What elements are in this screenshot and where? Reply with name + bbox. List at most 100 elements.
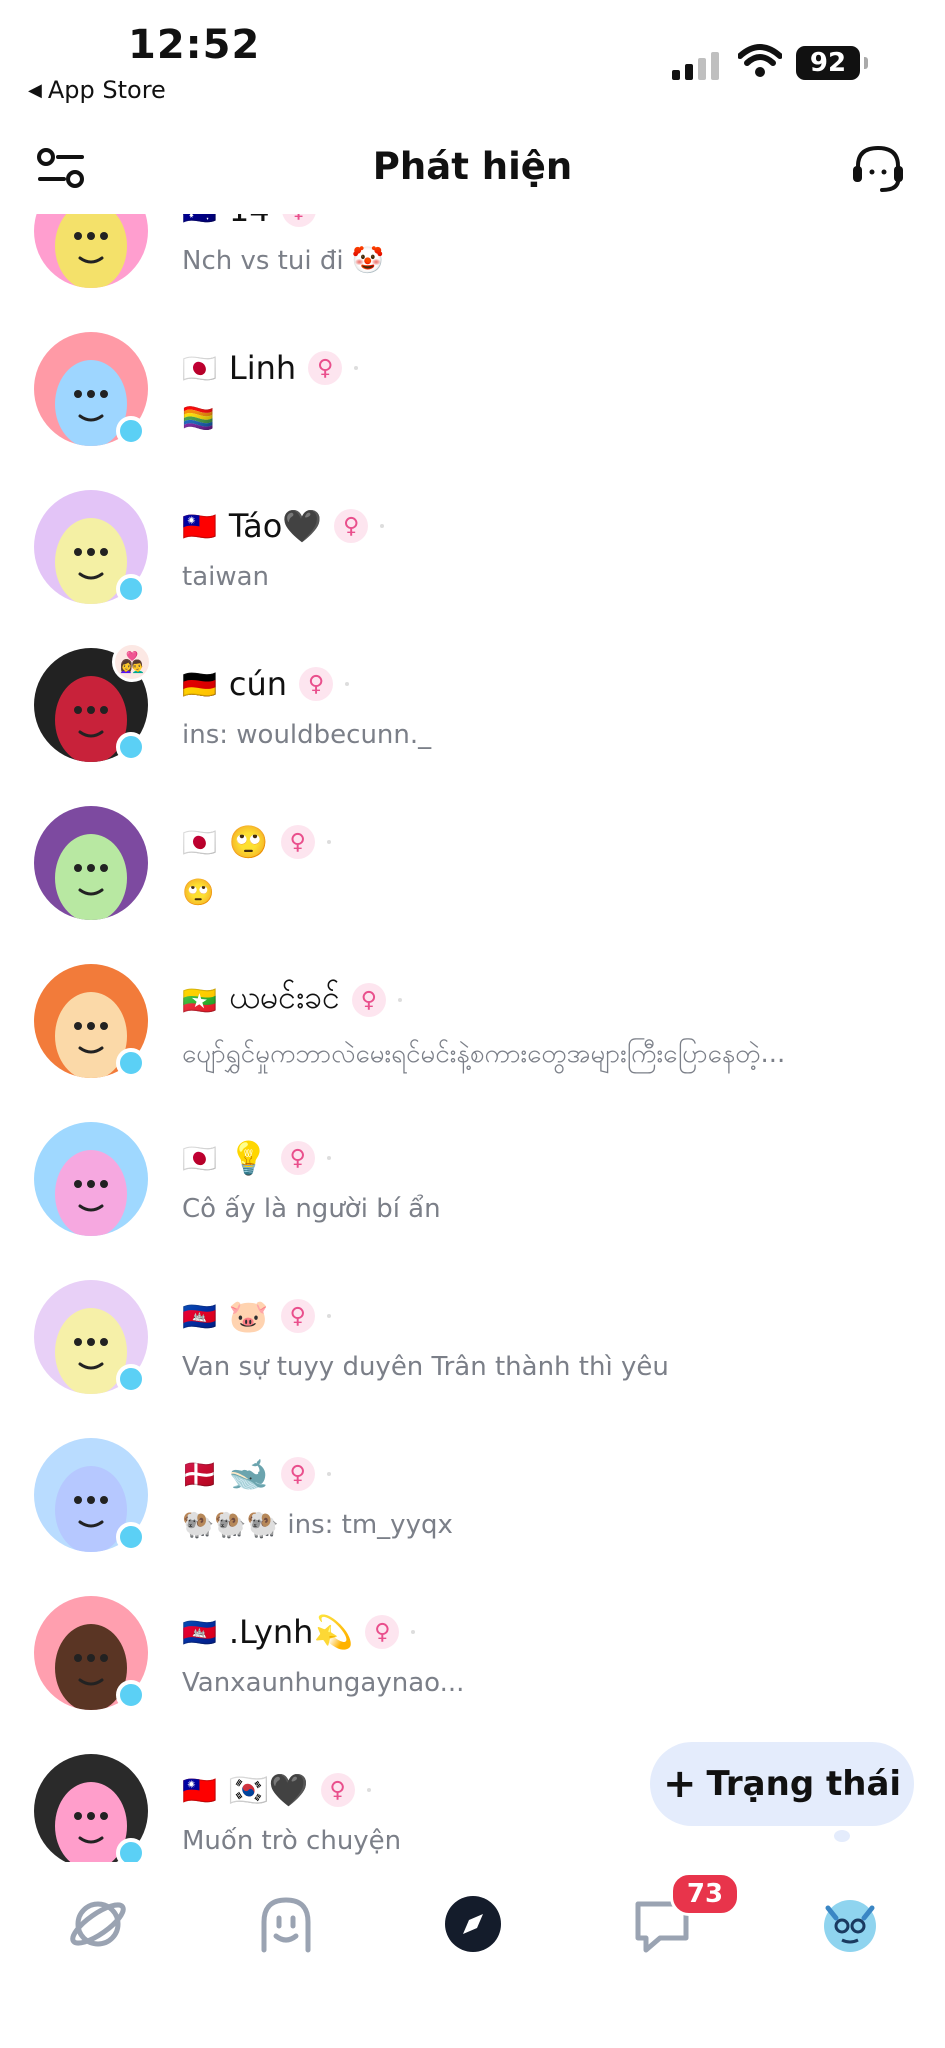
user-name: Táo🖤 <box>228 507 323 545</box>
user-name-line: 🇦🇺 14 ♀ <box>182 214 332 232</box>
user-row[interactable]: 🇩🇰 🐋 ♀ 🐏🐏🐏 ins: tm_yyqx <box>0 1438 945 1596</box>
monster-avatar-icon <box>55 214 127 288</box>
plus-icon: + <box>662 1761 697 1807</box>
back-label: App Store <box>47 76 166 104</box>
user-row[interactable]: 🇯🇵 💡 ♀ Cô ấy là người bí ẩn <box>0 1122 945 1280</box>
user-name: 14 <box>229 214 270 229</box>
battery-cap <box>864 57 868 69</box>
female-gender-icon: ♀ <box>365 1615 400 1649</box>
user-name-line: 🇹🇼 🇰🇷🖤 ♀ <box>182 1768 371 1812</box>
user-row[interactable]: 🇯🇵 Linh ♀ 🏳️‍🌈 <box>0 332 945 490</box>
user-name: cún <box>228 665 288 703</box>
country-flag: 🇰🇭 <box>182 1615 217 1649</box>
user-avatar[interactable] <box>34 806 148 920</box>
user-status-text: 🏳️‍🌈 <box>182 404 215 434</box>
female-gender-icon: ♀ <box>299 667 334 701</box>
country-flag: 🇯🇵 <box>182 351 217 385</box>
user-status-text: Cô ấy là người bí ẩn <box>182 1194 441 1224</box>
female-gender-icon: ♀ <box>280 1299 315 1333</box>
country-flag: 🇰🇭 <box>182 1299 217 1333</box>
online-indicator <box>116 1522 146 1552</box>
user-row[interactable]: 🇦🇺 14 ♀ Nch vs tui đi 🤡 <box>0 214 945 332</box>
online-indicator <box>116 416 146 446</box>
customer-support-icon[interactable] <box>850 142 906 196</box>
user-status-text: Muốn trò chuyện <box>182 1826 402 1856</box>
country-flag: 🇩🇪 <box>182 667 217 701</box>
user-name-line: 🇯🇵 🙄 ♀ <box>182 820 331 864</box>
user-name-line: 🇰🇭 🐷 ♀ <box>182 1294 331 1338</box>
user-name: 💡 <box>228 1139 269 1177</box>
user-name: Linh <box>228 349 297 387</box>
user-name: 🐷 <box>228 1297 269 1335</box>
user-status-text: ပျော်ရွှင်မှုကဘာလဲမေးရင်မင်းနဲ့စကားတွေအမ… <box>182 1039 786 1069</box>
country-flag: 🇹🇼 <box>182 1773 217 1807</box>
user-name-line: 🇩🇰 🐋 ♀ <box>182 1452 331 1496</box>
female-gender-icon: ♀ <box>320 1773 355 1807</box>
country-flag: 🇯🇵 <box>182 825 217 859</box>
separator-dot <box>397 998 402 1002</box>
separator-dot <box>345 682 350 686</box>
female-gender-icon: ♀ <box>280 1141 315 1175</box>
user-status-text: 🐏🐏🐏 ins: tm_yyqx <box>182 1510 453 1540</box>
tab-bar <box>0 1862 945 2048</box>
separator-dot <box>380 524 385 528</box>
match-face-icon[interactable] <box>254 1892 318 1956</box>
country-flag: 🇦🇺 <box>182 214 217 227</box>
user-name: ယမင်းခင် <box>228 978 340 1016</box>
battery-level: 92 <box>809 48 847 78</box>
battery-indicator: 92 <box>796 46 860 80</box>
user-avatar[interactable] <box>34 1122 148 1236</box>
planet-icon[interactable] <box>66 1892 130 1956</box>
separator-dot <box>326 1314 331 1318</box>
online-indicator <box>116 1364 146 1394</box>
online-indicator <box>116 1048 146 1078</box>
user-status-text: Van sự tuyy duyên Trân thành thì yêu <box>182 1352 669 1382</box>
back-to-app-store[interactable]: ◀ App Store <box>28 76 166 104</box>
country-flag: 🇲🇲 <box>182 983 217 1017</box>
female-gender-icon: ♀ <box>281 214 316 227</box>
separator-dot <box>366 1788 371 1792</box>
separator-dot <box>411 1630 416 1634</box>
user-list[interactable]: 🇦🇺 14 ♀ Nch vs tui đi 🤡 🇯🇵 Linh ♀ 🏳️‍🌈 🇹🇼 Táo🖤 ♀ ta… <box>0 214 945 1862</box>
country-flag: 🇯🇵 <box>182 1141 217 1175</box>
add-status-label: Trạng thái <box>706 1764 902 1804</box>
page-title: Phát hiện <box>372 145 573 188</box>
profile-avatar-icon <box>824 1900 876 1952</box>
profile-avatar[interactable] <box>818 1892 882 1956</box>
user-row[interactable]: 🇰🇭 🐷 ♀ Van sự tuyy duyên Trân thành thì yêu <box>0 1280 945 1438</box>
monster-avatar-icon <box>55 1150 127 1236</box>
user-status-text: Vanxaunhungaynao... <box>182 1668 465 1698</box>
wifi-icon <box>738 44 782 77</box>
user-name-line: 🇯🇵 Linh ♀ <box>182 346 359 390</box>
female-gender-icon: ♀ <box>280 825 315 859</box>
user-row[interactable]: 🇯🇵 🙄 ♀ 🙄 <box>0 806 945 964</box>
online-indicator <box>116 1680 146 1710</box>
user-name-line: 🇩🇪 cún ♀ <box>182 662 350 706</box>
user-name-line: 🇯🇵 💡 ♀ <box>182 1136 331 1180</box>
discover-compass-icon[interactable] <box>441 1892 505 1956</box>
user-name: 🙄 <box>228 823 269 861</box>
user-name: 🐋 <box>228 1455 269 1493</box>
user-row[interactable]: 🇹🇼 Táo🖤 ♀ taiwan <box>0 490 945 648</box>
user-row[interactable]: 🇲🇲 ယမင်းခင် ♀ ပျော်ရွှင်မှုကဘာလဲမေးရင်မင်းန… <box>0 964 945 1122</box>
user-status-text: Nch vs tui đi 🤡 <box>182 246 385 276</box>
cellular-signal-icon <box>672 50 719 80</box>
online-indicator <box>116 732 146 762</box>
female-gender-icon: ♀ <box>351 983 386 1017</box>
messages-badge: 73 <box>670 1872 740 1916</box>
user-status-text: taiwan <box>182 562 270 592</box>
add-status-button[interactable]: + Trạng thái <box>650 1742 914 1826</box>
user-row[interactable]: 👩‍❤️‍👨 🇩🇪 cún ♀ ins: wouldbecunn._ <box>0 642 945 806</box>
user-name: .Lynh💫 <box>228 1613 354 1651</box>
online-indicator <box>116 1838 146 1862</box>
country-flag: 🇩🇰 <box>182 1457 217 1491</box>
user-row[interactable]: 🇰🇭 .Lynh💫 ♀ Vanxaunhungaynao... <box>0 1596 945 1754</box>
separator-dot <box>354 366 359 370</box>
user-name-line: 🇰🇭 .Lynh💫 ♀ <box>182 1610 416 1654</box>
back-triangle-icon: ◀ <box>28 79 42 101</box>
user-avatar[interactable] <box>34 214 148 288</box>
user-name: 🇰🇷🖤 <box>228 1771 309 1809</box>
female-gender-icon: ♀ <box>308 351 343 385</box>
user-status-text: 🙄 <box>182 878 215 908</box>
monster-avatar-icon <box>55 834 127 920</box>
